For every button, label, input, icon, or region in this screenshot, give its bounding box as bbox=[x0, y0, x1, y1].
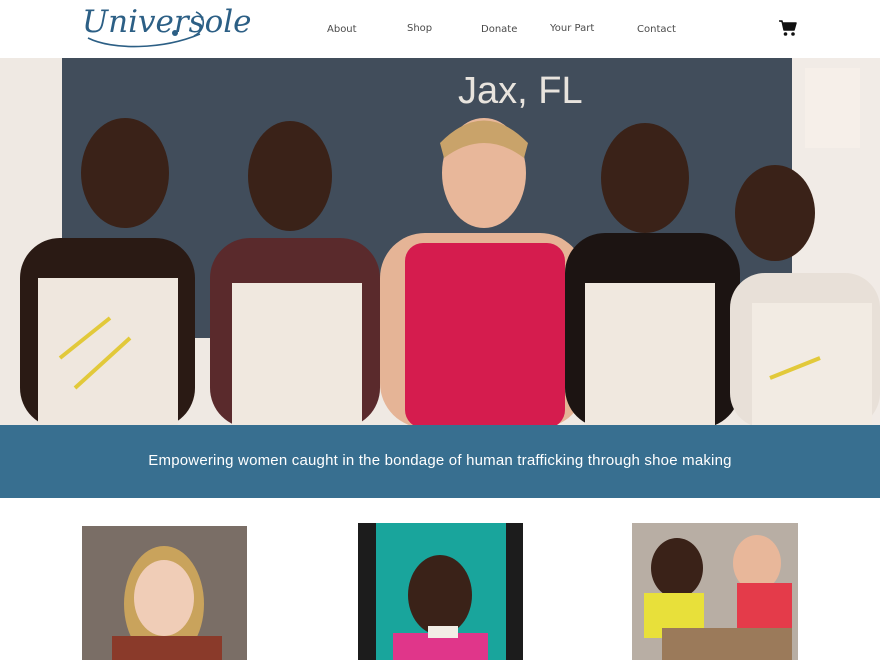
logo-wordmark: Universole bbox=[82, 4, 252, 40]
nav-shop[interactable]: Shop bbox=[407, 23, 432, 34]
hero-photo-group: Jax, FL bbox=[0, 58, 880, 425]
hero-image: Jax, FL bbox=[20, 58, 880, 425]
founder-image bbox=[82, 526, 247, 660]
mission-banner: Empowering women caught in the bondage o… bbox=[0, 425, 880, 498]
nav-donate[interactable]: Donate bbox=[481, 24, 517, 35]
thumb-founder-photo[interactable] bbox=[82, 526, 247, 660]
artisan-image bbox=[358, 523, 523, 660]
nav-contact[interactable]: Contact bbox=[637, 24, 676, 35]
thumb-artisan-photo[interactable] bbox=[358, 523, 523, 660]
chalk-text: Jax, FL bbox=[458, 70, 583, 112]
thumb-workshop-photo[interactable] bbox=[632, 523, 798, 660]
nav-your-part[interactable]: Your Part bbox=[550, 23, 594, 34]
site-header: Universole About Shop Donate Your Part C… bbox=[0, 0, 880, 58]
shopping-cart-icon[interactable] bbox=[778, 18, 798, 38]
universole-logo[interactable]: Universole bbox=[82, 4, 252, 52]
mission-statement: Empowering women caught in the bondage o… bbox=[148, 452, 732, 469]
nav-about[interactable]: About bbox=[327, 24, 357, 35]
workshop-image bbox=[632, 523, 798, 660]
